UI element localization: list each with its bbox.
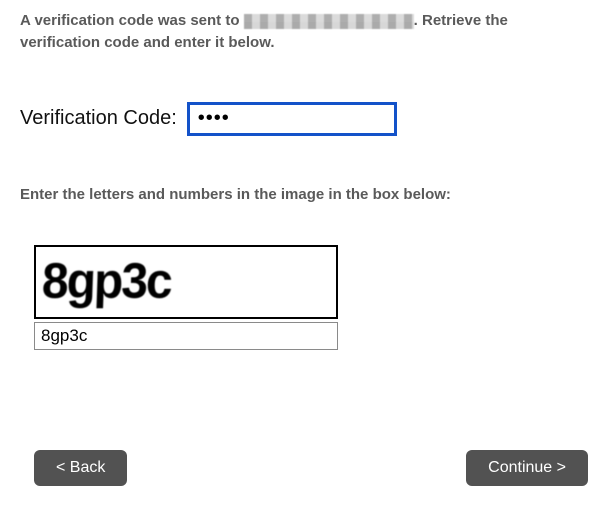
redacted-destination [244, 14, 414, 29]
captcha-image: 8gp3c [34, 245, 338, 319]
captcha-input[interactable] [34, 322, 338, 350]
instruction-prefix: A verification code was sent to [20, 12, 244, 29]
captcha-image-text: 8gp3c [41, 256, 171, 306]
captcha-prompt: Enter the letters and numbers in the ima… [20, 186, 588, 203]
button-row: < Back Continue > [34, 450, 588, 486]
verification-code-row: Verification Code: [20, 102, 588, 136]
verification-code-label: Verification Code: [20, 107, 177, 130]
instruction-text: A verification code was sent to . Retrie… [20, 10, 588, 54]
verification-code-input[interactable] [187, 102, 397, 136]
continue-button[interactable]: Continue > [466, 450, 588, 486]
back-button[interactable]: < Back [34, 450, 127, 486]
